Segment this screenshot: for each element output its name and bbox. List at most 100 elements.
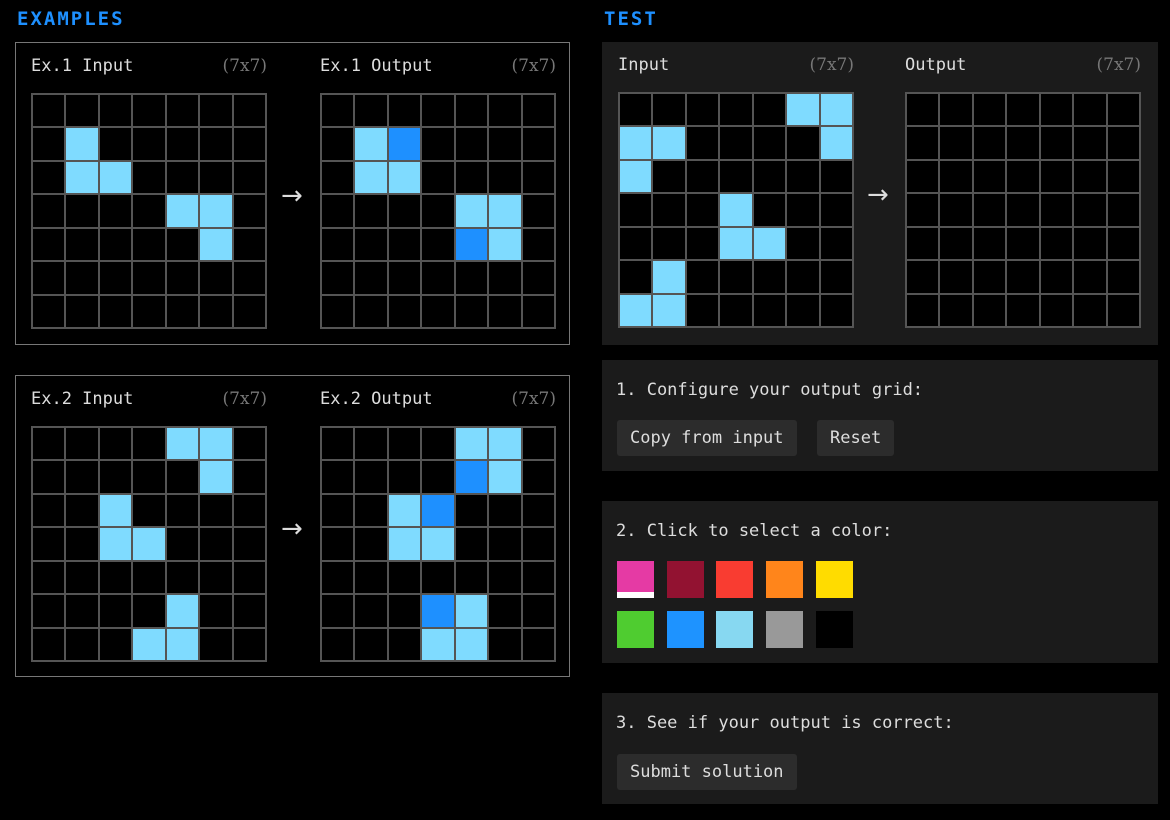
grid-cell[interactable] (940, 194, 972, 226)
grid-cell[interactable] (1107, 194, 1139, 226)
grid-cell[interactable] (1040, 294, 1073, 326)
grid-cell[interactable] (1074, 194, 1106, 226)
grid-cell[interactable] (940, 227, 972, 260)
color-swatch[interactable] (766, 611, 804, 648)
grid-cell[interactable] (907, 127, 939, 159)
grid-cell (33, 95, 65, 127)
grid-cell[interactable] (940, 94, 972, 126)
grid-cell[interactable] (907, 194, 939, 226)
grid-cell[interactable] (940, 127, 972, 159)
grid-cell[interactable] (973, 160, 1006, 193)
grid-cell[interactable] (1040, 127, 1073, 159)
grid-cell[interactable] (1040, 227, 1073, 260)
arrow-icon: → (281, 181, 303, 211)
grid-cell[interactable] (973, 294, 1006, 326)
grid-cell (355, 428, 387, 460)
test-output-grid[interactable] (905, 92, 1141, 328)
grid-cell (166, 461, 199, 493)
grid-cell[interactable] (1074, 294, 1106, 326)
grid-cell (99, 561, 132, 594)
grid-cell (787, 194, 819, 226)
grid-cell[interactable] (907, 94, 939, 126)
grid-cell (686, 194, 719, 226)
grid-cell[interactable] (940, 261, 972, 293)
grid-cell[interactable] (1007, 294, 1039, 326)
grid-cell[interactable] (973, 194, 1006, 226)
grid-cell (200, 295, 232, 327)
grid-cell[interactable] (1107, 127, 1139, 159)
grid-cell (33, 228, 65, 261)
grid-cell (522, 628, 554, 660)
grid-cell[interactable] (907, 227, 939, 260)
grid-cell[interactable] (1074, 127, 1106, 159)
grid-cell[interactable] (1107, 160, 1139, 193)
grid-cell[interactable] (940, 160, 972, 193)
grid-cell (66, 128, 98, 160)
grid-cell[interactable] (973, 227, 1006, 260)
grid-cell[interactable] (1007, 94, 1039, 126)
color-swatch[interactable] (666, 561, 704, 598)
grid-cell (33, 428, 65, 460)
color-swatch[interactable] (815, 561, 853, 598)
grid-cell[interactable] (1040, 194, 1073, 226)
grid-cell (322, 262, 354, 294)
grid-cell[interactable] (907, 160, 939, 193)
grid-cell (686, 127, 719, 159)
grid-cell (355, 561, 387, 594)
grid-cell (489, 128, 521, 160)
grid-cell (388, 461, 421, 493)
grid-cell (355, 228, 387, 261)
grid-cell[interactable] (1007, 127, 1039, 159)
color-swatch[interactable] (716, 611, 754, 648)
color-swatch[interactable] (617, 561, 654, 598)
grid-cell (322, 228, 354, 261)
grid-cell[interactable] (1007, 227, 1039, 260)
grid-cell[interactable] (907, 294, 939, 326)
grid-cell[interactable] (1074, 160, 1106, 193)
grid-cell (133, 595, 165, 627)
grid-cell (522, 128, 554, 160)
copy-from-input-button[interactable]: Copy from input (617, 420, 797, 456)
color-swatch[interactable] (666, 611, 704, 648)
grid-cell[interactable] (1074, 261, 1106, 293)
color-swatch[interactable] (716, 561, 754, 598)
grid-cell[interactable] (1040, 261, 1073, 293)
grid-cell (166, 228, 199, 261)
grid-cell (455, 494, 488, 527)
grid-cell (422, 461, 454, 493)
grid-cell[interactable] (1040, 94, 1073, 126)
reset-button[interactable]: Reset (817, 420, 895, 456)
grid-cell[interactable] (1107, 227, 1139, 260)
example-1-output-dims: (7x7) (511, 56, 556, 76)
grid-cell (200, 494, 232, 527)
color-swatch[interactable] (766, 561, 804, 598)
grid-cell[interactable] (1040, 160, 1073, 193)
grid-cell (66, 628, 98, 660)
grid-cell (355, 461, 387, 493)
grid-cell[interactable] (1007, 261, 1039, 293)
grid-cell (787, 160, 819, 193)
grid-cell (133, 195, 165, 227)
grid-cell[interactable] (1107, 294, 1139, 326)
grid-cell[interactable] (1007, 194, 1039, 226)
grid-cell[interactable] (1107, 261, 1139, 293)
grid-cell (233, 161, 265, 194)
grid-cell[interactable] (1007, 160, 1039, 193)
grid-cell[interactable] (1107, 94, 1139, 126)
grid-cell[interactable] (1074, 227, 1106, 260)
grid-cell[interactable] (1074, 94, 1106, 126)
grid-cell (489, 195, 521, 227)
submit-solution-button[interactable]: Submit solution (617, 754, 797, 790)
color-swatch[interactable] (617, 611, 654, 648)
test-output-label: Output (905, 55, 967, 75)
grid-cell[interactable] (973, 94, 1006, 126)
grid-cell[interactable] (907, 261, 939, 293)
color-swatch[interactable] (815, 611, 853, 648)
grid-cell[interactable] (940, 294, 972, 326)
grid-cell (355, 262, 387, 294)
grid-cell (720, 127, 752, 159)
grid-cell[interactable] (973, 127, 1006, 159)
grid-cell (686, 261, 719, 293)
grid-cell[interactable] (973, 261, 1006, 293)
grid-cell (388, 561, 421, 594)
